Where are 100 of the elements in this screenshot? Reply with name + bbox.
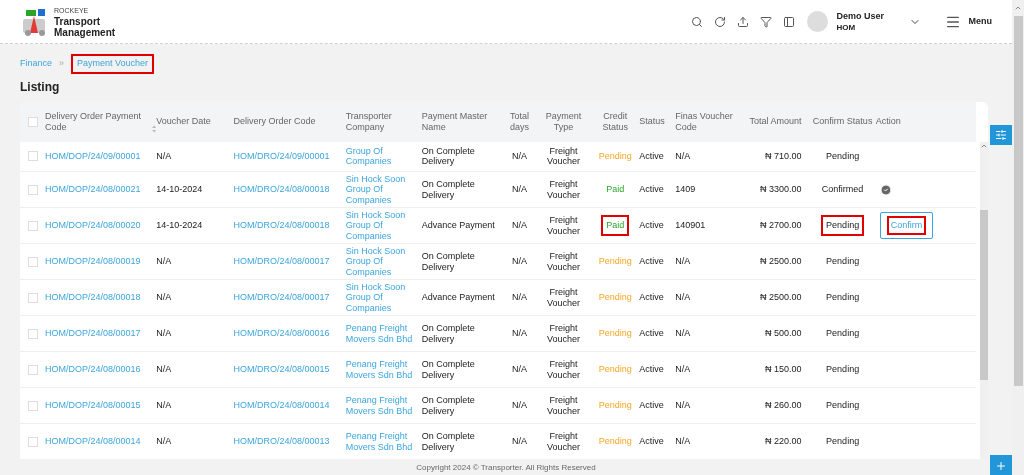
search-icon[interactable] (690, 15, 703, 28)
column-header[interactable]: Confirm Status (809, 116, 876, 127)
column-header[interactable]: Status (639, 116, 676, 127)
table-cell: Freight Voucher (547, 287, 581, 308)
checkbox[interactable] (28, 436, 38, 447)
payment-code-link[interactable]: HOM/DOP/24/08/00014 (45, 435, 141, 446)
checkbox[interactable] (28, 116, 38, 127)
filter-icon[interactable] (759, 15, 772, 28)
table-cell: N/A (156, 291, 172, 302)
brand-name: Management (54, 27, 116, 38)
credit-status: Paid (601, 214, 630, 237)
column-header[interactable]: Total Amount (737, 116, 802, 127)
order-code-link[interactable]: HOM/DRO/24/08/00013 (233, 435, 330, 446)
table-cell: N/A (512, 219, 527, 230)
confirm-status: Pending (825, 254, 861, 268)
avatar[interactable] (806, 11, 828, 32)
table-cell: On Complete Delivery (421, 145, 475, 167)
company-link[interactable]: Penang Freight Movers Sdn Bhd (345, 395, 422, 416)
column-header[interactable]: Delivery Order Code (233, 116, 346, 127)
confirm-status: Pending (821, 214, 865, 237)
table-cell: Advance Payment (421, 292, 495, 303)
checkbox[interactable] (28, 220, 38, 231)
company-link[interactable]: Sin Hock Soon Group Of Companies (345, 281, 422, 314)
table-scrollbar[interactable] (980, 141, 988, 459)
table-cell: N/A (675, 399, 691, 410)
breadcrumb-link[interactable]: Payment Voucher (71, 54, 155, 74)
column-header[interactable]: Finas Voucher Code (675, 110, 738, 133)
breadcrumb-link[interactable]: Finance (20, 57, 53, 71)
table-cell: Freight Voucher (547, 145, 581, 167)
column-header[interactable]: Payment Type (536, 110, 592, 133)
checkbox[interactable] (28, 400, 38, 411)
table-cell: N/A (512, 183, 527, 194)
table-cell: Active (639, 255, 664, 266)
payment-code-link[interactable]: HOM/DOP/24/09/00001 (45, 150, 141, 161)
checkbox[interactable] (28, 364, 38, 375)
company-link[interactable]: Sin Hock Soon Group Of Companies (345, 173, 422, 206)
layout-icon[interactable] (782, 15, 795, 28)
confirm-status: Pending (825, 326, 861, 340)
confirm-button[interactable]: Confirm (879, 211, 934, 240)
credit-status: Pending (597, 254, 633, 268)
table-cell: N/A (156, 327, 172, 338)
payment-code-link[interactable]: HOM/DOP/24/08/00020 (45, 219, 141, 230)
column-header[interactable]: Payment Master Name (421, 110, 503, 133)
column-header[interactable]: Transporter Company (345, 110, 422, 133)
menu-button[interactable]: Menu (944, 13, 992, 30)
company-link[interactable]: Penang Freight Movers Sdn Bhd (345, 359, 422, 380)
payment-code-link[interactable]: HOM/DOP/24/08/00021 (45, 183, 141, 194)
payment-code-link[interactable]: HOM/DOP/24/08/00016 (45, 363, 141, 374)
checkbox[interactable] (28, 151, 38, 162)
table-cell: Advance Payment (421, 220, 495, 231)
add-button[interactable] (990, 455, 1012, 475)
credit-status: Pending (597, 398, 633, 412)
column-header[interactable]: Total days (502, 110, 537, 133)
order-code-link[interactable]: HOM/DRO/24/09/00001 (233, 150, 330, 161)
checkbox[interactable] (28, 256, 38, 267)
checkbox[interactable] (28, 184, 38, 195)
page-title: Listing (20, 78, 61, 96)
table-cell: Active (639, 399, 664, 410)
credit-status: Pending (597, 149, 633, 163)
table-cell: ₦ 500.00 (765, 327, 802, 338)
sliders-icon[interactable] (995, 129, 1007, 141)
column-header[interactable]: Action (875, 116, 976, 127)
user-org: HOM (836, 21, 857, 34)
table-cell: Freight Voucher (547, 215, 581, 236)
table-cell: ₦ 2500.00 (760, 291, 802, 302)
company-link[interactable]: Penang Freight Movers Sdn Bhd (345, 431, 422, 452)
confirm-status: Pending (825, 362, 861, 376)
checkbox[interactable] (28, 328, 38, 339)
order-code-link[interactable]: HOM/DRO/24/08/00018 (233, 219, 330, 230)
company-link[interactable]: Sin Hock Soon Group Of Companies (345, 209, 422, 242)
upload-icon[interactable] (736, 15, 749, 28)
scroll-up-icon[interactable] (1014, 4, 1022, 12)
order-code-link[interactable]: HOM/DRO/24/08/00015 (233, 363, 330, 374)
order-code-link[interactable]: HOM/DRO/24/08/00016 (233, 327, 330, 338)
plus-icon[interactable] (995, 460, 1007, 472)
refresh-icon[interactable] (713, 15, 726, 28)
company-link[interactable]: Group Of Companies (345, 145, 422, 167)
payment-code-link[interactable]: HOM/DOP/24/08/00017 (45, 327, 141, 338)
payment-code-link[interactable]: HOM/DOP/24/08/00015 (45, 399, 141, 410)
column-header[interactable]: Delivery Order Payment Code (45, 110, 151, 133)
table-cell: N/A (156, 150, 172, 161)
company-link[interactable]: Penang Freight Movers Sdn Bhd (345, 323, 422, 344)
settings-button[interactable] (990, 125, 1012, 145)
confirm-status: Pending (825, 290, 861, 304)
company-link[interactable]: Sin Hock Soon Group Of Companies (345, 245, 422, 278)
table-cell: Active (639, 291, 664, 302)
checkbox[interactable] (28, 292, 38, 303)
order-code-link[interactable]: HOM/DRO/24/08/00017 (233, 255, 330, 266)
payment-code-link[interactable]: HOM/DOP/24/08/00018 (45, 291, 141, 302)
column-header[interactable]: Credit Status (591, 110, 640, 133)
payment-code-link[interactable]: HOM/DOP/24/08/00019 (45, 255, 141, 266)
order-code-link[interactable]: HOM/DRO/24/08/00014 (233, 399, 330, 410)
column-header[interactable]: Voucher Date (156, 116, 234, 127)
credit-status: Pending (597, 290, 633, 304)
table-cell: 14-10-2024 (156, 219, 203, 230)
credit-status: Pending (597, 362, 633, 376)
table-cell: N/A (675, 363, 691, 374)
order-code-link[interactable]: HOM/DRO/24/08/00018 (233, 183, 330, 194)
order-code-link[interactable]: HOM/DRO/24/08/00017 (233, 291, 330, 302)
sort-icon[interactable] (151, 124, 157, 133)
